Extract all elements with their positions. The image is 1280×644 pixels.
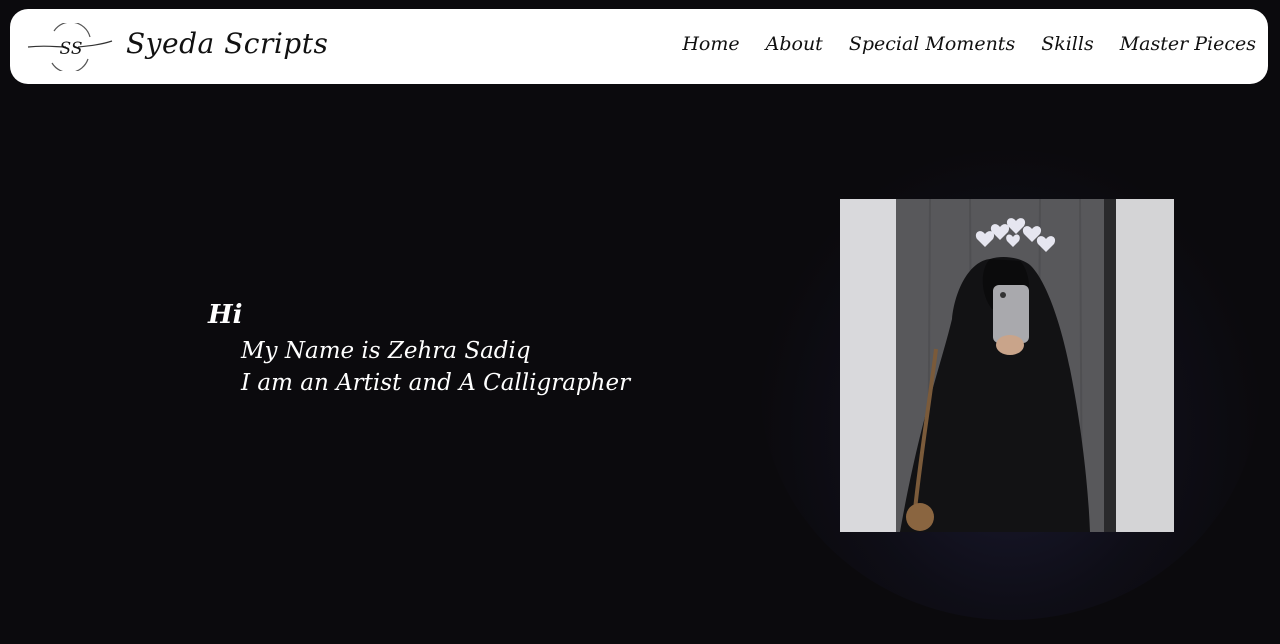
- nav-about[interactable]: About: [766, 33, 823, 55]
- nav-skills[interactable]: Skills: [1041, 33, 1094, 55]
- brand-name[interactable]: Syeda Scripts: [126, 27, 328, 60]
- nav-special-moments[interactable]: Special Moments: [849, 33, 1015, 55]
- hero-profession-line: I am an Artist and A Calligrapher: [241, 370, 631, 396]
- navbar: SS Syeda Scripts Home About Special Mome…: [10, 9, 1268, 84]
- ss-monogram-logo[interactable]: SS: [26, 21, 114, 74]
- hero-greeting: Hi: [208, 300, 243, 330]
- profile-photo: [840, 199, 1174, 532]
- main-nav: Home About Special Moments Skills Master…: [682, 33, 1256, 55]
- nav-master-pieces[interactable]: Master Pieces: [1120, 33, 1256, 55]
- nav-home[interactable]: Home: [682, 33, 739, 55]
- logo-monogram-text: SS: [60, 39, 83, 59]
- hero-intro: Hi My Name is Zehra Sadiq I am an Artist…: [208, 300, 630, 402]
- hero-name-line: My Name is Zehra Sadiq: [241, 338, 531, 364]
